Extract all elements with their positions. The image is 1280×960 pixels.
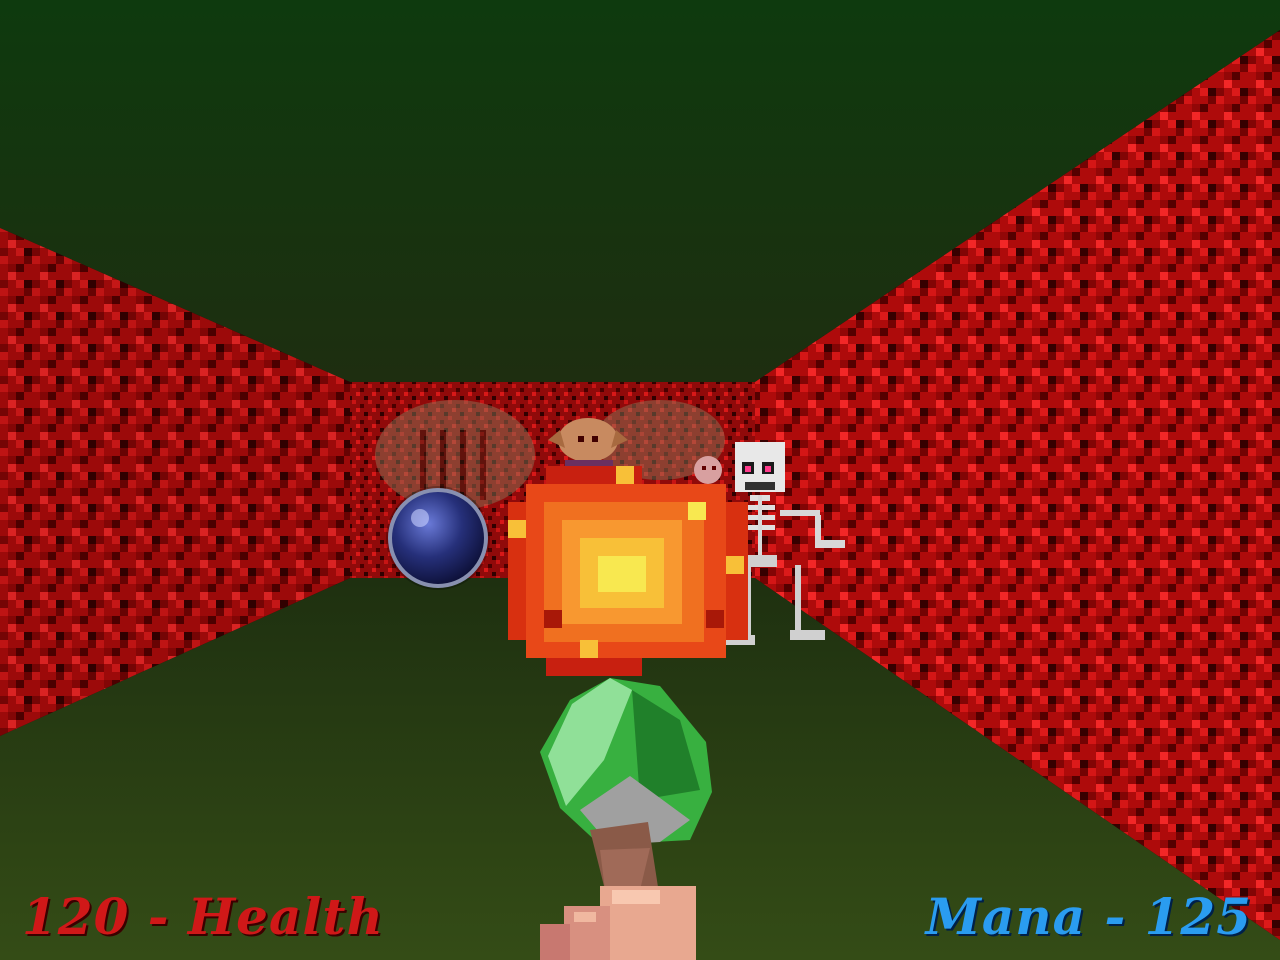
health-display: 120 - Health (22, 887, 384, 946)
blue-orb-pickup[interactable] (386, 486, 490, 590)
fireball-projectile (508, 466, 748, 676)
mana-display: Mana - 125 (925, 887, 1252, 946)
game-viewport[interactable]: 120 - Health Mana - 125 (0, 0, 1280, 960)
game-scene (0, 0, 1280, 960)
